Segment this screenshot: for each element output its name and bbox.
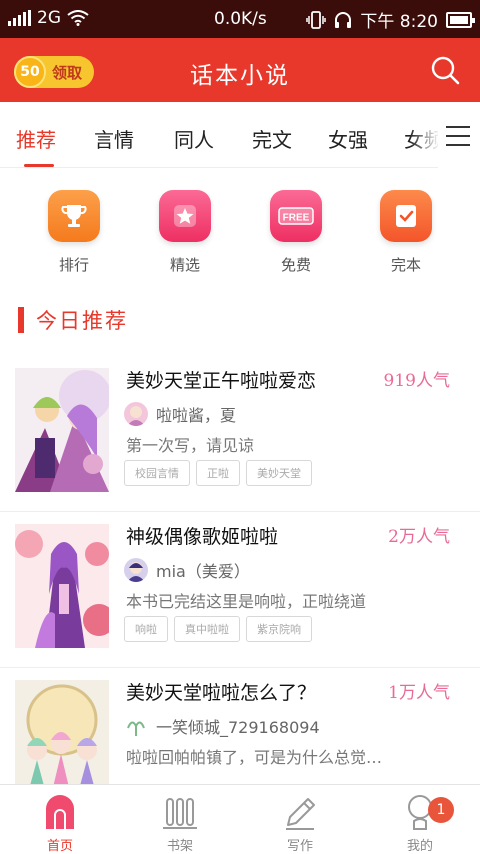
book-popularity: 919人气 (383, 371, 450, 391)
svg-text:FREE: FREE (283, 213, 310, 224)
avatar (124, 402, 148, 426)
free-icon: FREE (270, 190, 322, 242)
book-cover[interactable] (15, 524, 109, 648)
author-name: 啦啦酱，夏 (156, 406, 237, 425)
tab-recommend[interactable]: 推荐 (16, 124, 56, 153)
nav-home[interactable]: 首页 (20, 791, 100, 854)
profile-icon: 1 (400, 791, 454, 831)
tab-completed[interactable]: 完文 (252, 124, 292, 153)
featured-entry[interactable]: 精选 (145, 190, 225, 275)
book-tag[interactable]: 美妙天堂 (246, 460, 312, 486)
free-entry[interactable]: FREE 免费 (256, 190, 336, 275)
tab-indicator (24, 164, 54, 167)
book-description: 啦啦回帕帕镇了，可是为什么总觉… (126, 748, 383, 767)
book-tags: 校园言情 正啦 美妙天堂 (124, 460, 312, 486)
nav-profile[interactable]: 1 我的 (380, 791, 460, 854)
author-row: mia（美爱） (124, 558, 250, 582)
book-tags: 响啦 真中啦啦 紫京院响 (124, 616, 312, 642)
completed-entry[interactable]: 完本 (366, 190, 446, 275)
book-cover[interactable] (15, 368, 109, 492)
vibrate-icon (306, 10, 327, 29)
pen-icon (280, 791, 320, 831)
book-tag[interactable]: 校园言情 (124, 460, 190, 486)
app-title: 话本小说 (190, 63, 290, 89)
quick-entries: 排行 精选 FREE 免费 完本 (0, 168, 480, 288)
ranking-label: 排行 (58, 256, 89, 274)
wifi-icon (67, 10, 89, 26)
nav-write[interactable]: 写作 (260, 791, 340, 854)
check-icon (380, 190, 432, 242)
author-name: 一笑倾城_729168094 (156, 718, 320, 737)
star-icon (159, 190, 211, 242)
avatar (124, 558, 148, 582)
section-header: 今日推荐 (18, 306, 128, 334)
featured-label: 精选 (169, 256, 200, 274)
bottom-navigation: 首页 书架 写作 1 我的 (0, 784, 480, 854)
tab-fanfic[interactable]: 同人 (174, 124, 214, 153)
free-label: 免费 (280, 256, 311, 274)
nav-bookshelf[interactable]: 书架 (140, 791, 220, 854)
book-popularity: 2万人气 (388, 527, 450, 547)
bookshelf-icon (160, 791, 200, 831)
book-item[interactable]: 美妙天堂正午啦啦爱恋 919人气 啦啦酱，夏 第一次写，请见谅 校园言情 正啦 … (0, 356, 480, 512)
book-tag[interactable]: 真中啦啦 (174, 616, 240, 642)
book-tag[interactable]: 正啦 (196, 460, 240, 486)
signal-icon (8, 10, 31, 26)
nav-home-label: 首页 (46, 839, 73, 854)
book-tag[interactable]: 紫京院响 (246, 616, 312, 642)
ranking-entry[interactable]: 排行 (34, 190, 114, 275)
book-title: 美妙天堂正午啦啦爱恋 (126, 370, 317, 392)
clock: 下午 8:20 (360, 12, 438, 32)
status-bar: 2G 0.0K/s 下午 8:20 (0, 0, 480, 38)
section-title: 今日推荐 (36, 309, 128, 333)
app-header: 50 领取 话本小说 (0, 38, 480, 102)
author-name: mia（美爱） (156, 562, 250, 581)
category-tabs: 推荐 言情 同人 完文 女强 女频 (0, 102, 480, 168)
home-icon (40, 791, 80, 831)
book-popularity: 1万人气 (388, 683, 450, 703)
nav-profile-label: 我的 (406, 839, 433, 854)
book-description: 本书已完结这里是响啦，正啦绕道 (126, 592, 367, 611)
search-icon[interactable] (430, 55, 460, 85)
book-title: 神级偶像歌姬啦啦 (126, 526, 279, 548)
book-tag[interactable]: 响啦 (124, 616, 168, 642)
author-row: 一笑倾城_729168094 (124, 714, 320, 738)
nav-bookshelf-label: 书架 (166, 839, 193, 854)
book-title: 美妙天堂啦啦怎么了？ (126, 682, 317, 704)
headset-icon (335, 11, 352, 28)
completed-label: 完本 (390, 256, 421, 274)
notification-badge: 1 (428, 797, 454, 823)
book-item[interactable]: 神级偶像歌姬啦啦 2万人气 mia（美爱） 本书已完结这里是响啦，正啦绕道 响啦… (0, 512, 480, 668)
network-speed: 0.0K/s (214, 9, 267, 29)
tab-strong-female[interactable]: 女强 (328, 124, 368, 153)
tab-romance[interactable]: 言情 (94, 124, 134, 153)
avatar (124, 714, 148, 738)
tabs-menu-button[interactable] (438, 102, 480, 168)
network-type: 2G (37, 8, 61, 28)
nav-write-label: 写作 (286, 839, 313, 854)
author-row: 啦啦酱，夏 (124, 402, 236, 426)
book-description: 第一次写，请见谅 (126, 436, 255, 455)
battery-icon (446, 11, 475, 28)
trophy-icon (48, 190, 100, 242)
